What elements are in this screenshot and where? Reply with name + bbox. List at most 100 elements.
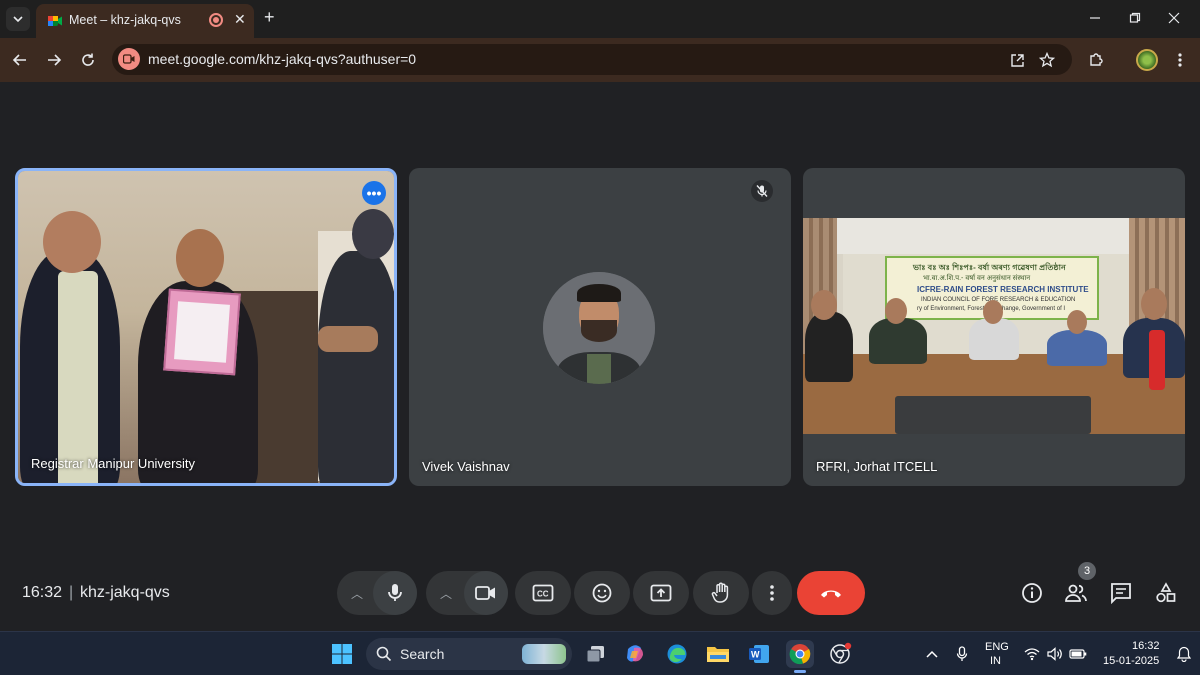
url-text: meet.google.com/khz-jakq-qvs?authuser=0 (148, 51, 417, 67)
leave-call-button[interactable] (797, 571, 865, 615)
bookmark-button[interactable] (1038, 51, 1056, 69)
reload-icon (82, 53, 94, 66)
info-icon (1022, 583, 1042, 603)
edge-icon (667, 644, 687, 664)
participant-options-button[interactable]: ••• (362, 181, 386, 205)
arrow-right-icon (48, 54, 62, 66)
present-screen-icon (650, 584, 672, 602)
browser-toolbar: meet.google.com/khz-jakq-qvs?authuser=0 (0, 38, 1200, 82)
profile-avatar[interactable] (1136, 49, 1158, 71)
video-controls: ︿ (426, 571, 508, 615)
restore-window-button[interactable] (1125, 8, 1145, 28)
volume-status[interactable] (1046, 645, 1064, 663)
recording-indicator-icon (209, 13, 223, 27)
site-info-icon[interactable] (118, 48, 140, 70)
wifi-status[interactable] (1023, 645, 1041, 663)
participant-name: Vivek Vaishnav (422, 459, 510, 474)
raise-hand-button[interactable] (693, 571, 749, 615)
browser-tab-bar: Meet – khz-jakq-qvs ✕ + (0, 0, 1200, 38)
participant-tile-vivek[interactable]: Vivek Vaishnav (409, 168, 791, 486)
shapes-icon (1156, 582, 1176, 603)
word-icon: W (749, 645, 769, 663)
windows-taskbar: Search W ENG IN 16:32 15-01-2025 (0, 631, 1200, 675)
copilot-icon (627, 645, 643, 662)
open-external-icon (1010, 53, 1024, 67)
wifi-icon (1024, 648, 1040, 661)
video-camera-icon (123, 54, 135, 64)
back-button[interactable] (10, 50, 30, 70)
notifications-button[interactable] (1175, 645, 1193, 663)
task-view-button[interactable] (582, 640, 610, 668)
participant-avatar (543, 272, 655, 384)
more-vertical-icon (1178, 53, 1182, 67)
close-tab-icon[interactable]: ✕ (234, 11, 246, 28)
audio-controls: ︿ (337, 571, 417, 615)
battery-status[interactable] (1069, 645, 1087, 663)
taskbar-search[interactable]: Search (366, 638, 572, 670)
extensions-button[interactable] (1086, 50, 1106, 70)
search-highlight-image (522, 644, 566, 664)
meeting-code: khz-jakq-qvs (80, 584, 170, 601)
arrow-left-icon (12, 54, 26, 66)
participant-tile-registrar[interactable]: ••• Registrar Manipur University (15, 168, 397, 486)
close-icon (1168, 12, 1180, 24)
participant-name: Registrar Manipur University (31, 456, 195, 471)
edge-app[interactable] (663, 640, 691, 668)
emoji-icon (592, 583, 612, 603)
system-clock-date: 15-01-2025 (1103, 655, 1160, 667)
microphone-tray-button[interactable] (953, 645, 971, 663)
close-window-button[interactable] (1164, 8, 1184, 28)
new-tab-button[interactable]: + (264, 7, 275, 28)
microphone-button[interactable] (373, 571, 417, 615)
camera-button[interactable] (464, 571, 508, 615)
participant-video: ভাঃ বঃ অঃ শিঃপঃ- বৰ্ষা অৰণ্য গৱেষণা প্ৰত… (803, 218, 1185, 434)
microphone-icon (956, 646, 968, 661)
more-options-button[interactable] (752, 571, 792, 615)
reload-button[interactable] (78, 50, 98, 70)
system-clock-time[interactable]: 16:32 (1132, 640, 1160, 652)
tab-title: Meet – khz-jakq-qvs (69, 13, 181, 27)
word-app[interactable]: W (745, 640, 773, 668)
input-language[interactable]: ENG (985, 641, 1009, 653)
restore-icon (1129, 12, 1141, 23)
meeting-info-separator: | (69, 584, 74, 601)
speaker-icon (1047, 647, 1062, 661)
minimize-window-button[interactable] (1085, 8, 1105, 28)
svg-text:CC: CC (537, 590, 549, 599)
copilot-app[interactable] (621, 640, 649, 668)
forward-button[interactable] (44, 50, 64, 70)
participant-count-badge: 3 (1078, 562, 1096, 580)
tab-search-button[interactable] (6, 7, 30, 31)
video-camera-icon (475, 586, 495, 600)
present-screen-button[interactable] (633, 571, 689, 615)
chrome-profile-app[interactable] (827, 640, 855, 668)
minimize-icon (1090, 17, 1100, 19)
chrome-profile-icon (830, 642, 852, 664)
puzzle-piece-icon (1090, 53, 1103, 66)
chat-button[interactable] (1109, 581, 1133, 605)
reactions-button[interactable] (574, 571, 630, 615)
meeting-details-button[interactable] (1020, 581, 1044, 605)
audio-options-button[interactable]: ︿ (351, 585, 363, 602)
video-options-button[interactable]: ︿ (440, 585, 452, 602)
people-button[interactable] (1064, 581, 1088, 605)
star-icon (1039, 52, 1055, 68)
open-in-app-button[interactable] (1008, 51, 1026, 69)
participant-tile-rfri[interactable]: ভাঃ বঃ অঃ শিঃপঃ- বৰ্ষা অৰণ্য গৱেষণা প্ৰত… (803, 168, 1185, 486)
captions-button[interactable]: CC (515, 571, 571, 615)
show-hidden-icons-button[interactable] (923, 645, 941, 663)
hang-up-icon (821, 590, 841, 598)
task-view-icon (586, 646, 604, 663)
chevron-up-icon (926, 650, 938, 658)
people-icon (1065, 584, 1087, 602)
file-explorer-app[interactable] (704, 640, 732, 668)
windows-start-icon[interactable] (331, 643, 353, 665)
browser-tab-meet[interactable]: Meet – khz-jakq-qvs ✕ (36, 4, 254, 38)
activities-button[interactable] (1154, 581, 1178, 605)
browser-menu-button[interactable] (1170, 50, 1190, 70)
more-vertical-icon (770, 585, 774, 601)
document-folder (163, 288, 241, 376)
chrome-app[interactable] (786, 640, 814, 673)
address-bar[interactable]: meet.google.com/khz-jakq-qvs?authuser=0 (112, 44, 1072, 75)
battery-icon (1069, 649, 1087, 659)
